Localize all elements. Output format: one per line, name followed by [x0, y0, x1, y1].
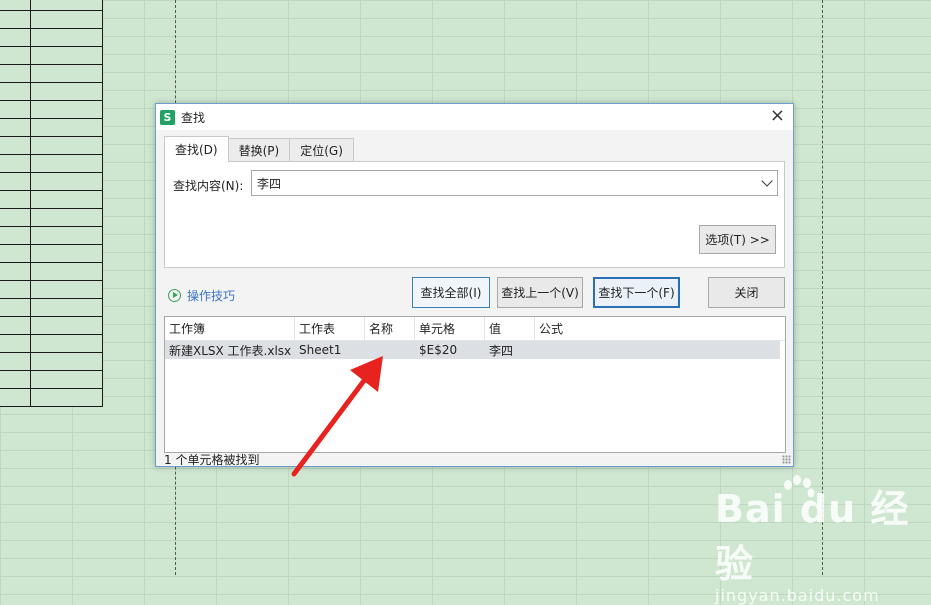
watermark-main: Bai du 经验	[715, 487, 910, 586]
tab-find[interactable]: 查找(D)	[164, 136, 229, 162]
watermark-sub: jingyan.baidu.com	[715, 586, 880, 605]
baidu-watermark: Bai du 经验 jingyan.baidu.com	[715, 478, 931, 605]
